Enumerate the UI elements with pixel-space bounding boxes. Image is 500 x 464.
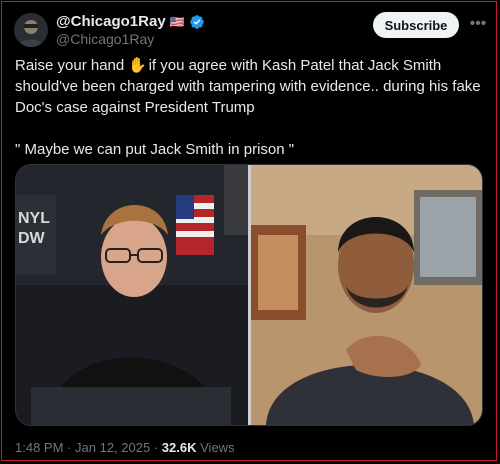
author-avatar[interactable] xyxy=(14,13,48,47)
raised-hand-emoji: ✋ xyxy=(128,57,148,74)
video-frame: NYL DW xyxy=(16,165,482,425)
tweet-quote: " Maybe we can put Jack Smith in prison … xyxy=(15,141,295,158)
author-handle[interactable]: @Chicago1Ray xyxy=(56,31,154,47)
views-count[interactable]: 32.6K xyxy=(162,440,197,455)
tweet-date[interactable]: Jan 12, 2025 xyxy=(75,440,150,455)
tweet-text: Raise your hand ✋ if you agree with Kash… xyxy=(15,55,485,160)
meta-separator: · xyxy=(67,440,72,455)
verified-badge-icon xyxy=(189,14,205,30)
tweet-time[interactable]: 1:48 PM xyxy=(15,440,63,455)
video-player[interactable]: NYL DW xyxy=(15,164,483,426)
tweet-text-part-1: Raise your hand xyxy=(15,57,129,74)
tweet-meta: 1:48 PM · Jan 12, 2025 · 32.6K Views xyxy=(15,440,235,455)
more-options-icon[interactable]: ••• xyxy=(468,14,488,34)
avatar-silhouette-icon xyxy=(14,13,48,47)
us-flag-emoji: 🇺🇸 xyxy=(169,14,185,29)
author-name-row: @Chicago1Ray 🇺🇸 xyxy=(56,13,205,30)
meta-separator: · xyxy=(153,440,159,455)
studio-sign-text-2: DW xyxy=(18,230,46,247)
studio-sign-text: NYL xyxy=(18,210,50,227)
subscribe-button[interactable]: Subscribe xyxy=(373,12,459,38)
author-display-name[interactable]: @Chicago1Ray xyxy=(56,13,166,30)
tweet-body: Raise your hand ✋ if you agree with Kash… xyxy=(15,55,485,118)
views-label: Views xyxy=(200,440,235,455)
